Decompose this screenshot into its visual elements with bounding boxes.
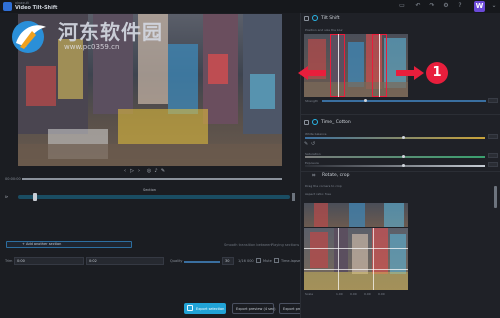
strength-slider[interactable] bbox=[322, 100, 486, 102]
prev-frame-icon[interactable]: ‹ bbox=[122, 168, 128, 175]
fps-readout: 1/16 000 bbox=[238, 259, 254, 263]
timelapse-label: Time-lapse bbox=[281, 259, 301, 263]
annotation-badge: 1 bbox=[426, 62, 448, 84]
timeline-handle[interactable] bbox=[33, 193, 37, 201]
aspect-ratio-label[interactable]: Aspect ratio: free bbox=[305, 192, 331, 196]
tilt-shift-title: Tilt Shift bbox=[321, 16, 340, 21]
collapse-tilt-icon[interactable] bbox=[304, 16, 309, 21]
saturation-value-box[interactable] bbox=[488, 153, 498, 158]
tilt-shift-toggle[interactable] bbox=[312, 15, 318, 21]
snapshot-icon[interactable]: ◎ bbox=[146, 168, 152, 175]
settings-icon[interactable]: ⚙ bbox=[442, 2, 450, 10]
exposure-slider[interactable] bbox=[305, 165, 485, 167]
strength-label: Strength bbox=[305, 99, 318, 103]
mute-label: Mute bbox=[263, 259, 272, 263]
title-bar bbox=[0, 0, 500, 13]
timeline-start-icon[interactable]: ⊳ bbox=[5, 194, 8, 199]
trim-label: Trim bbox=[5, 259, 13, 263]
smooth-transition-option[interactable]: Smooth transition between bbox=[224, 243, 272, 247]
window-menu-icon[interactable]: ⌄ bbox=[490, 2, 498, 10]
watermark-text: 河东软件园 bbox=[58, 20, 163, 44]
end-time-input[interactable] bbox=[86, 257, 164, 265]
timecode: 00:00:00 bbox=[5, 177, 21, 181]
saturation-knob[interactable] bbox=[402, 155, 405, 158]
annotation-arrows-icon bbox=[298, 66, 424, 80]
white-balance-value-box[interactable] bbox=[488, 134, 498, 139]
white-balance-knob[interactable] bbox=[402, 136, 405, 139]
strength-value-box[interactable] bbox=[488, 98, 498, 103]
white-balance-slider[interactable] bbox=[305, 137, 485, 139]
export-icon bbox=[187, 305, 193, 311]
playing-sections-option[interactable]: Playing sections bbox=[271, 243, 299, 247]
timeline-end-handle[interactable] bbox=[292, 193, 295, 201]
crop-readout-4: 0.00 bbox=[378, 292, 385, 296]
timelapse-checkbox[interactable] bbox=[274, 258, 279, 263]
add-section-label: + Add another section bbox=[22, 242, 62, 246]
export-selection-label: Export selection bbox=[196, 307, 225, 311]
watermark-url: www.pc0359.cn bbox=[64, 43, 120, 51]
eyedropper-icon[interactable]: ✎ bbox=[304, 141, 308, 147]
seek-bar-fill bbox=[22, 178, 282, 180]
exposure-knob[interactable] bbox=[402, 164, 405, 167]
redo-icon[interactable]: ↷ bbox=[428, 2, 436, 10]
user-avatar[interactable]: W bbox=[474, 1, 485, 12]
crop-readout-1: 1.00 bbox=[336, 292, 343, 296]
play-icon[interactable]: ▷ bbox=[129, 168, 135, 175]
app-title: Video Tilt-Shift bbox=[15, 5, 58, 11]
next-frame-icon[interactable]: › bbox=[136, 168, 142, 175]
tilt-hint: Position and size the blur bbox=[305, 28, 343, 32]
timeline-track[interactable] bbox=[18, 195, 290, 199]
color-toggle[interactable] bbox=[312, 119, 318, 125]
white-balance-label: White balance bbox=[305, 132, 327, 136]
exposure-value-box[interactable] bbox=[488, 162, 498, 167]
rotate-crop-title: Rotate, crop bbox=[322, 173, 350, 178]
divider bbox=[300, 171, 500, 172]
strength-slider-knob[interactable] bbox=[364, 99, 367, 102]
panel-scrollbar[interactable] bbox=[494, 186, 497, 208]
divider bbox=[300, 114, 500, 115]
mute-checkbox[interactable] bbox=[256, 258, 261, 263]
saturation-slider[interactable] bbox=[305, 156, 485, 158]
undo-icon[interactable]: ↶ bbox=[414, 2, 422, 10]
help-icon[interactable]: ? bbox=[456, 2, 464, 10]
crop-icon[interactable]: ⌗ bbox=[312, 172, 315, 180]
rotate-hint: Drag the corners to crop bbox=[305, 184, 342, 188]
quality-slider[interactable] bbox=[184, 261, 220, 263]
crop-thumbnail[interactable] bbox=[304, 228, 408, 290]
quality-value: 30 bbox=[225, 259, 230, 263]
volume-icon[interactable]: ♪ bbox=[153, 168, 159, 175]
start-time-value: 0:00 bbox=[17, 259, 25, 263]
quality-label: Quality bbox=[170, 259, 183, 263]
color-title: Time_ Cotton bbox=[321, 120, 351, 125]
crop-thumbnail-strip[interactable] bbox=[304, 203, 408, 227]
section-label: Section bbox=[143, 188, 157, 192]
scale-label: Scale bbox=[305, 292, 314, 296]
export-preview-4s-label: Export preview (4 sec) bbox=[236, 307, 276, 311]
reset-icon[interactable]: ↺ bbox=[311, 141, 315, 147]
crop-readout-3: 0.00 bbox=[364, 292, 371, 296]
app-logo-icon bbox=[3, 2, 12, 11]
crop-readout-2: 0.00 bbox=[350, 292, 357, 296]
collapse-color-icon[interactable] bbox=[304, 120, 309, 125]
end-time-value: 0:02 bbox=[89, 259, 97, 263]
edit-icon[interactable]: ✎ bbox=[160, 168, 166, 175]
folder-icon[interactable]: ▭ bbox=[398, 2, 406, 10]
watermark-logo-icon bbox=[12, 21, 46, 53]
